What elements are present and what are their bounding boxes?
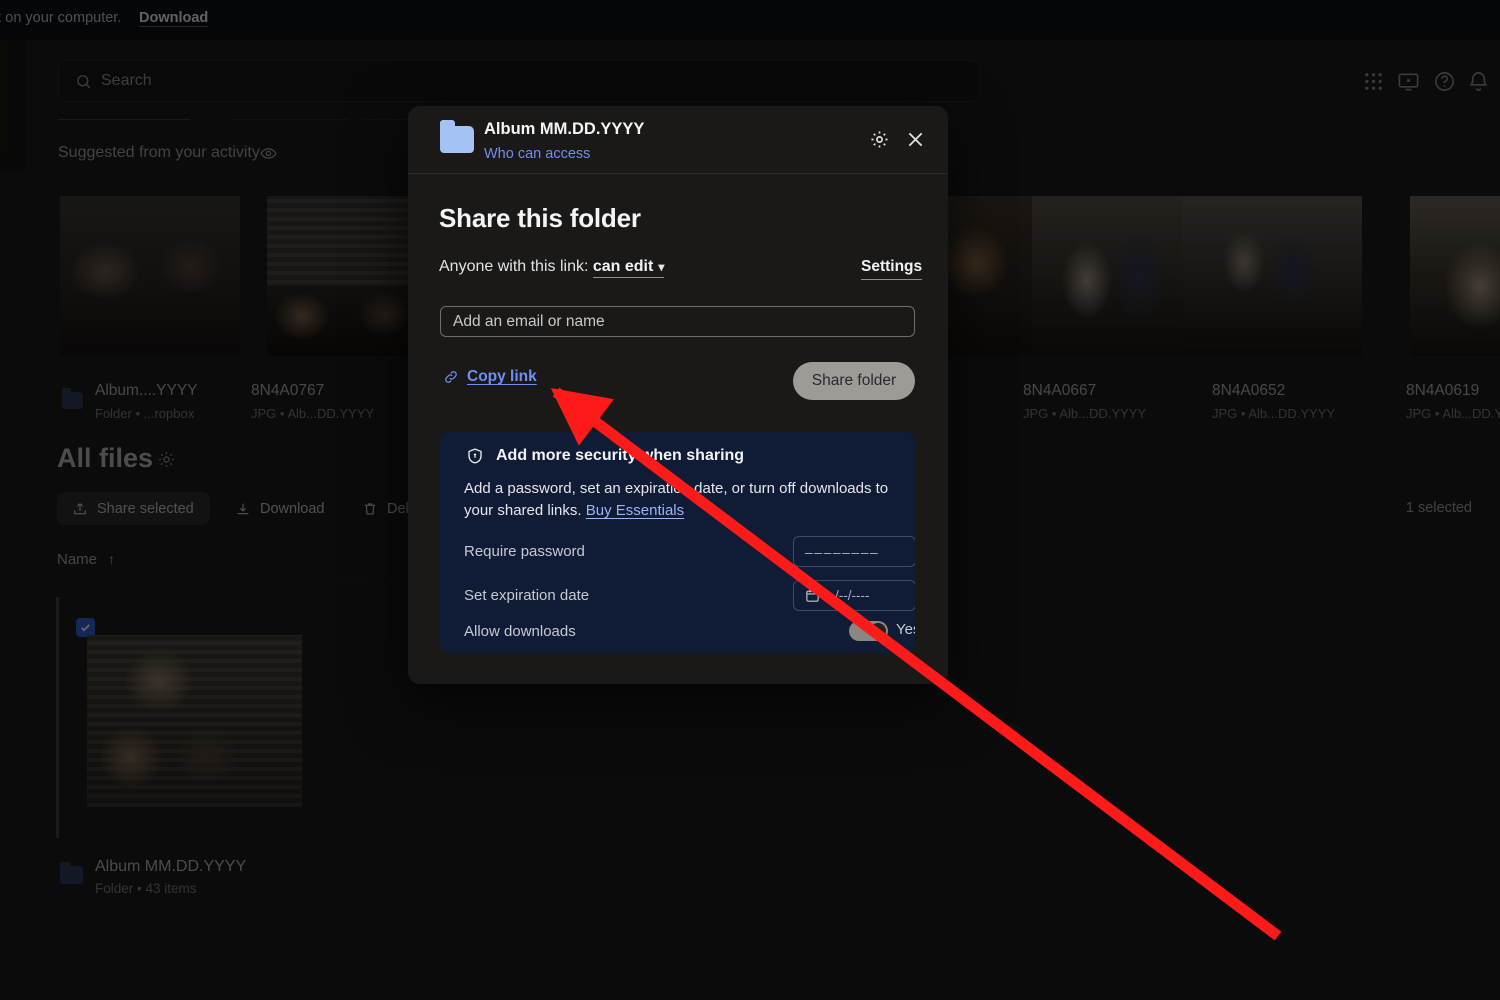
folder-icon bbox=[440, 120, 474, 153]
folder-icon bbox=[62, 388, 83, 409]
file-row-sub: Folder • 43 items bbox=[95, 881, 197, 896]
sort-arrow-icon: ↑ bbox=[108, 551, 115, 567]
suggested-section-label: Suggested from your activity bbox=[58, 144, 260, 161]
search-placeholder: Search bbox=[101, 72, 152, 89]
eye-icon[interactable] bbox=[260, 145, 277, 162]
column-header-name[interactable]: Name bbox=[57, 551, 97, 568]
thumbnail-0[interactable] bbox=[60, 196, 240, 356]
password-field[interactable]: –––––––– bbox=[793, 536, 915, 567]
sidebar-accent-edge bbox=[0, 41, 10, 156]
dialog-title: Album MM.DD.YYYY bbox=[484, 120, 645, 138]
trash-icon bbox=[362, 501, 378, 517]
suggested-item-sub: JPG • Alb...DD.YYYY bbox=[1212, 406, 1336, 421]
copy-link-button[interactable]: Copy link bbox=[443, 368, 537, 386]
password-masked-value: –––––––– bbox=[805, 543, 880, 560]
allow-downloads-toggle[interactable] bbox=[849, 621, 888, 641]
help-icon[interactable] bbox=[1433, 70, 1456, 93]
calendar-icon bbox=[805, 588, 820, 603]
page-title: All files bbox=[57, 443, 154, 473]
app-root: x on your computer. Download Search Sugg… bbox=[0, 0, 1500, 1000]
who-can-access-link[interactable]: Who can access bbox=[484, 146, 590, 162]
column-divider bbox=[57, 578, 397, 579]
buy-essentials-link[interactable]: Buy Essentials bbox=[586, 502, 684, 519]
suggested-item-sub: JPG • Alb...DD.Y bbox=[1406, 406, 1500, 421]
suggested-item-name: 8N4A0667 bbox=[1023, 382, 1097, 399]
row-selection-indicator bbox=[56, 597, 59, 838]
share-folder-button[interactable]: Share folder bbox=[793, 362, 915, 400]
download-icon bbox=[235, 501, 251, 517]
grid-apps-icon[interactable] bbox=[1362, 70, 1385, 93]
share-selected-button[interactable]: Share selected bbox=[57, 492, 210, 525]
toggle-knob bbox=[870, 623, 886, 639]
promo-banner: x on your computer. Download bbox=[0, 0, 1500, 41]
row-thumbnail[interactable] bbox=[87, 635, 302, 807]
screen-icon[interactable] bbox=[1397, 70, 1420, 93]
expiration-date-placeholder: --/--/---- bbox=[826, 588, 870, 603]
suggested-item-name: 8N4A0652 bbox=[1212, 382, 1286, 399]
suggested-item-sub: JPG • Alb...DD.YYYY bbox=[251, 406, 375, 421]
search-icon bbox=[75, 73, 92, 90]
selected-count: 1 selected bbox=[1405, 500, 1472, 516]
bell-icon[interactable] bbox=[1467, 70, 1490, 93]
promo-download-link[interactable]: Download bbox=[139, 10, 208, 26]
gear-icon[interactable] bbox=[869, 129, 890, 150]
gear-icon[interactable] bbox=[157, 450, 176, 469]
suggested-item-sub: JPG • Alb...DD.YYYY bbox=[1023, 406, 1147, 421]
download-button[interactable]: Download bbox=[220, 492, 340, 525]
close-icon[interactable] bbox=[905, 129, 926, 150]
file-row-name[interactable]: Album MM.DD.YYYY bbox=[95, 858, 246, 876]
share-icon bbox=[72, 501, 88, 517]
promo-banner-text: x on your computer. bbox=[0, 10, 122, 26]
thumbnail-5[interactable] bbox=[1410, 196, 1500, 356]
suggested-item-name: 8N4A0619 bbox=[1406, 382, 1480, 399]
suggested-item-sub: Folder • ...ropbox bbox=[95, 406, 195, 421]
suggested-item-name: Album....YYYY bbox=[95, 382, 198, 399]
folder-icon bbox=[60, 862, 83, 884]
copy-link-label: Copy link bbox=[467, 368, 537, 385]
suggested-item-name: 8N4A0767 bbox=[251, 382, 325, 399]
share-selected-label: Share selected bbox=[97, 500, 194, 517]
link-icon bbox=[443, 369, 459, 385]
dialog-header: Album MM.DD.YYYY Who can access bbox=[408, 106, 948, 174]
expiration-date-field[interactable]: --/--/---- bbox=[793, 580, 915, 611]
search-bar[interactable]: Search bbox=[58, 60, 980, 102]
thumbnail-4[interactable] bbox=[1182, 196, 1362, 356]
download-label: Download bbox=[260, 500, 325, 517]
